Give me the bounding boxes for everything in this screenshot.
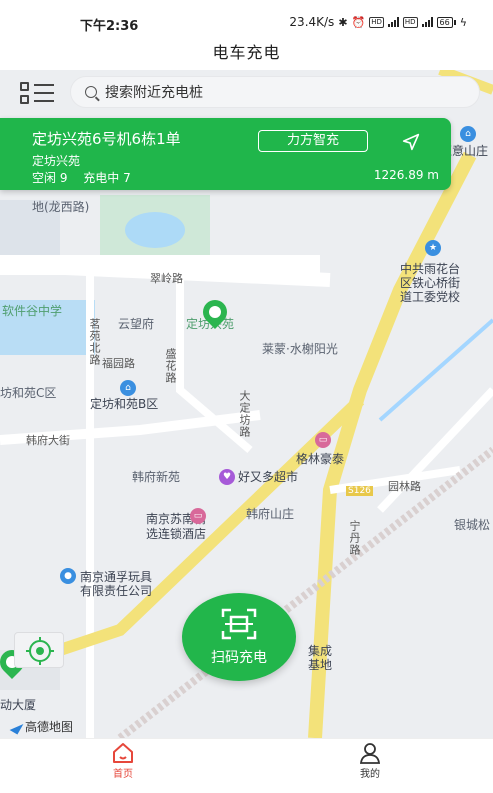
nav-me-label: 我的 bbox=[360, 769, 380, 780]
map-label-shenghua: 盛花路 bbox=[164, 348, 177, 384]
map-label-hanfu-xin: 韩府新苑 bbox=[132, 470, 181, 484]
scan-charge-label: 扫码充电 bbox=[211, 650, 267, 666]
map-label-hefang-c: 坊和苑C区 bbox=[0, 386, 57, 400]
map-label-cpc-3: 道工委党校 bbox=[400, 290, 461, 304]
map-label-yunwang: 云望府 bbox=[118, 317, 155, 331]
map-label-dading: 大定坊路 bbox=[238, 390, 251, 438]
brand-tag: 力方智充 bbox=[258, 130, 368, 152]
hd-icon: HD bbox=[369, 16, 384, 28]
poi-icon-shop: ♥ bbox=[219, 469, 235, 485]
station-community: 定坊兴苑 bbox=[32, 154, 81, 168]
map-label-jidi: 基地 bbox=[308, 658, 333, 672]
hd-icon-2: HD bbox=[402, 16, 418, 28]
page-title: 电车充电 bbox=[212, 43, 281, 62]
poi-icon-community: ⌂ bbox=[120, 380, 136, 396]
alarm-icon: ⏰ bbox=[351, 15, 366, 29]
map-label-toy-2: 有限责任公司 bbox=[80, 584, 153, 598]
map-label-lemeng: 莱蒙·水榭阳光 bbox=[262, 342, 338, 356]
header: 电车充电 bbox=[0, 38, 493, 70]
signal-icon-2 bbox=[421, 17, 433, 27]
map-label-s126: S126 bbox=[346, 486, 373, 496]
poi-icon-school: ★ bbox=[425, 240, 441, 256]
map-label-hanfu-sz: 韩府山庄 bbox=[246, 507, 295, 521]
category-menu-button[interactable] bbox=[16, 80, 58, 108]
network-speed: 23.4K/s bbox=[289, 15, 335, 29]
charging-count: 充电中 7 bbox=[83, 171, 131, 185]
map-label-cuiling: 翠岭路 bbox=[150, 272, 183, 285]
map-label-sunan-2: 选连锁酒店 bbox=[146, 527, 207, 541]
map-label-yinte: 银城松 bbox=[454, 518, 491, 532]
poi-icon-hotel-2: ▭ bbox=[190, 508, 206, 524]
amap-arrow-icon bbox=[9, 719, 24, 734]
idle-count: 空闲 9 bbox=[32, 171, 68, 185]
navigate-icon[interactable] bbox=[400, 131, 422, 153]
map-label-software: 软件谷中学 bbox=[2, 304, 63, 318]
status-time: 下午2:36 bbox=[80, 19, 139, 34]
home-icon bbox=[113, 743, 133, 763]
signal-icon bbox=[387, 17, 399, 27]
bluetooth-icon: ✱ bbox=[338, 15, 348, 29]
station-distance: 1226.89 m bbox=[373, 168, 439, 182]
map-label-haoyouduo: 好又多超市 bbox=[238, 470, 299, 484]
station-stats: 空闲 9 充电中 7 bbox=[32, 169, 143, 186]
scan-icon bbox=[221, 608, 257, 640]
map-label-mingbei: 茗苑北路 bbox=[88, 318, 101, 366]
map-label-hanfu-st: 韩府大街 bbox=[26, 434, 70, 447]
map-label-fucheng: 福园路 bbox=[102, 357, 135, 370]
nav-home[interactable]: 首页 bbox=[83, 739, 163, 793]
poi-icon-hotel: ▭ bbox=[315, 432, 331, 448]
map-label-dingfang-b: 定坊和苑B区 bbox=[90, 397, 159, 411]
station-name: 定坊兴苑6号机6栋1单 bbox=[32, 130, 181, 148]
search-bar[interactable] bbox=[70, 76, 480, 108]
poi-icon-company: ● bbox=[60, 568, 76, 584]
bottom-nav: 首页 我的 bbox=[0, 738, 493, 793]
scan-charge-button[interactable]: 扫码充电 bbox=[182, 593, 296, 681]
user-icon bbox=[359, 743, 381, 764]
nav-home-label: 首页 bbox=[113, 769, 133, 780]
map-label-gelin: 格林豪泰 bbox=[296, 452, 345, 466]
status-icons: 23.4K/s ✱ ⏰ HD HD 66 ϟ bbox=[289, 15, 467, 29]
locate-button[interactable] bbox=[14, 632, 64, 668]
amap-logo: 高德地图 bbox=[9, 718, 74, 735]
locate-icon bbox=[26, 637, 54, 665]
battery-icon: 66 bbox=[436, 16, 456, 28]
search-icon bbox=[85, 86, 97, 98]
map-label-yuanlin: 园林路 bbox=[388, 480, 421, 493]
nav-me[interactable]: 我的 bbox=[330, 739, 410, 793]
poi-icon-residence: ⌂ bbox=[460, 126, 476, 142]
search-input[interactable] bbox=[105, 81, 465, 105]
map-label-longxi: 地(龙西路) bbox=[32, 200, 90, 214]
map-label-ningdan: 宁丹路 bbox=[348, 520, 361, 556]
map-label-dasha: 动大厦 bbox=[0, 698, 37, 712]
amap-label: 高德地图 bbox=[25, 720, 74, 734]
charging-icon: ϟ bbox=[459, 15, 467, 29]
station-info-card[interactable]: 定坊兴苑6号机6栋1单 力方智充 定坊兴苑 空闲 9 充电中 7 1226.89… bbox=[0, 118, 451, 190]
